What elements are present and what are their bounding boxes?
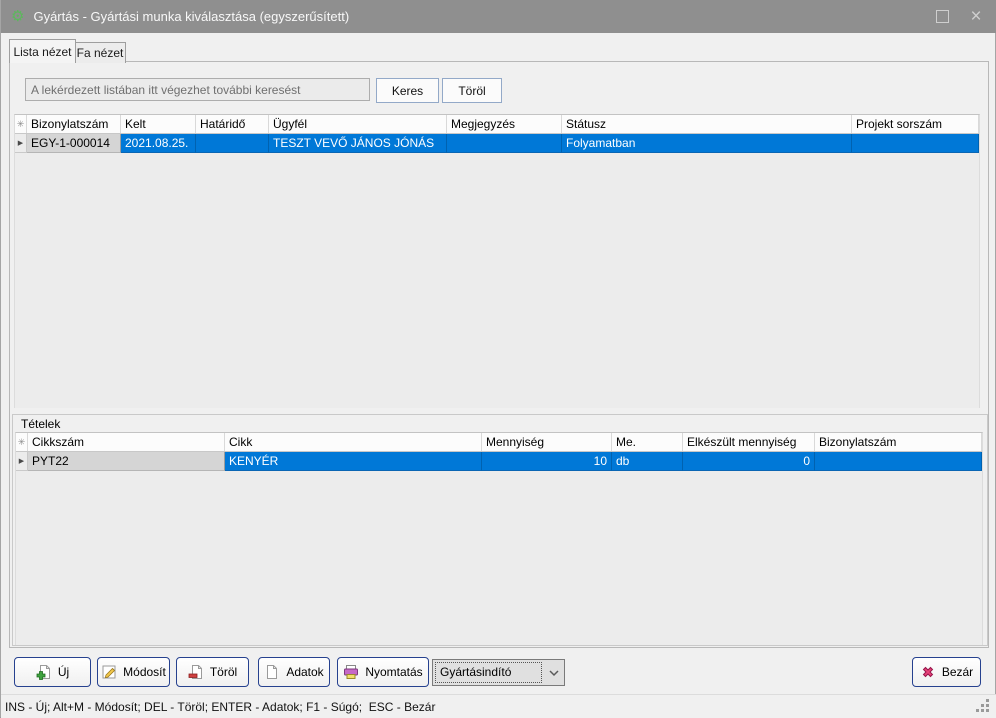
resize-grip[interactable] bbox=[986, 709, 989, 712]
new-page-plus-icon bbox=[36, 664, 52, 680]
cell-cikk: KENYÉR bbox=[225, 452, 482, 471]
orders-grid: ✳ Bizonylatszám Kelt Határidő Ügyfél Meg… bbox=[14, 114, 980, 408]
tab-fa-nezet[interactable]: Fa nézet bbox=[74, 42, 126, 63]
close-button[interactable]: × bbox=[959, 0, 993, 33]
asterisk-icon: ✳ bbox=[18, 437, 26, 448]
tetelek-row-selected[interactable]: ▶ PYT22 KENYÉR 10 db 0 bbox=[16, 452, 982, 471]
window-title: Gyártás - Gyártási munka kiválasztása (e… bbox=[33, 9, 349, 24]
orders-col-hatarido[interactable]: Határidő bbox=[196, 115, 269, 133]
shortcut-hints: INS - Új; Alt+M - Módosít; DEL - Töröl; … bbox=[1, 700, 435, 714]
tetelek-groupbox: Tételek ✳ Cikkszám Cikk Mennyiség Me. El… bbox=[12, 414, 988, 646]
torol-search-button[interactable]: Töröl bbox=[442, 78, 502, 103]
row-indicator-icon: ▶ bbox=[15, 134, 27, 153]
tab-lista-nezet[interactable]: Lista nézet bbox=[9, 39, 76, 63]
tetelek-col-me[interactable]: Me. bbox=[612, 433, 683, 451]
tetelek-col-bizonylatszam[interactable]: Bizonylatszám bbox=[815, 433, 982, 451]
edit-pencil-icon bbox=[101, 664, 117, 680]
tetelek-col-mennyiseg[interactable]: Mennyiség bbox=[482, 433, 612, 451]
titlebar: ⚙ Gyártás - Gyártási munka kiválasztása … bbox=[1, 0, 996, 33]
orders-col-ugyfel[interactable]: Ügyfél bbox=[269, 115, 447, 133]
cell-hatarido bbox=[196, 134, 269, 153]
orders-grid-header: ✳ Bizonylatszám Kelt Határidő Ügyfél Meg… bbox=[15, 115, 979, 134]
orders-col-projekt-sorszam[interactable]: Projekt sorszám bbox=[852, 115, 979, 133]
app-gear-icon: ⚙ bbox=[11, 9, 24, 24]
cell-elkeszult-mennyiseg: 0 bbox=[683, 452, 815, 471]
asterisk-icon: ✳ bbox=[17, 119, 25, 130]
cell-statusz: Folyamatban bbox=[562, 134, 852, 153]
orders-select-all-cell[interactable]: ✳ bbox=[15, 115, 27, 133]
tetelek-select-all-cell[interactable]: ✳ bbox=[16, 433, 28, 451]
uj-button[interactable]: Új bbox=[14, 657, 91, 687]
list-view-panel: Keres Töröl ✳ Bizonylatszám Kelt Határid… bbox=[9, 61, 989, 648]
orders-col-statusz[interactable]: Státusz bbox=[562, 115, 852, 133]
bezar-button[interactable]: Bezár bbox=[912, 657, 981, 687]
cell-megjegyzes bbox=[447, 134, 562, 153]
cell-kelt: 2021.08.25. bbox=[121, 134, 196, 153]
adatok-button[interactable]: Adatok bbox=[258, 657, 330, 687]
document-icon bbox=[264, 664, 280, 680]
tetelek-col-elkeszult[interactable]: Elkészült mennyiség bbox=[683, 433, 815, 451]
printer-icon bbox=[343, 664, 359, 680]
cell-bizonylatszam-2 bbox=[815, 452, 982, 471]
statusbar: INS - Új; Alt+M - Módosít; DEL - Töröl; … bbox=[1, 694, 996, 718]
orders-row-selected[interactable]: ▶ EGY-1-000014 2021.08.25. TESZT VEVŐ JÁ… bbox=[15, 134, 979, 153]
maximize-icon bbox=[936, 10, 949, 23]
cell-bizonylatszam: EGY-1-000014 bbox=[27, 134, 121, 153]
modosit-button[interactable]: Módosít bbox=[97, 657, 170, 687]
maximize-button[interactable] bbox=[925, 0, 959, 33]
tetelek-label: Tételek bbox=[21, 417, 60, 431]
torol-button[interactable]: Töröl bbox=[176, 657, 249, 687]
orders-col-megjegyzes[interactable]: Megjegyzés bbox=[447, 115, 562, 133]
orders-col-kelt[interactable]: Kelt bbox=[121, 115, 196, 133]
close-icon: × bbox=[970, 6, 981, 28]
close-x-icon bbox=[920, 664, 936, 680]
keres-button[interactable]: Keres bbox=[376, 78, 439, 103]
dropdown-selected-value: Gyártásindító bbox=[435, 662, 542, 683]
nyomtatas-button[interactable]: Nyomtatás bbox=[337, 657, 429, 687]
cell-cikkszam: PYT22 bbox=[28, 452, 225, 471]
tetelek-grid-header: ✳ Cikkszám Cikk Mennyiség Me. Elkészült … bbox=[16, 433, 982, 452]
cell-me: db bbox=[612, 452, 683, 471]
orders-col-bizonylatszam[interactable]: Bizonylatszám bbox=[27, 115, 121, 133]
tetelek-grid: ✳ Cikkszám Cikk Mennyiség Me. Elkészült … bbox=[15, 432, 983, 645]
chevron-down-icon bbox=[544, 669, 564, 677]
cell-ugyfel: TESZT VEVŐ JÁNOS JÓNÁS bbox=[269, 134, 447, 153]
cell-mennyiseg: 10 bbox=[482, 452, 612, 471]
tetelek-col-cikkszam[interactable]: Cikkszám bbox=[28, 433, 225, 451]
delete-page-minus-icon bbox=[188, 664, 204, 680]
gyartasindito-dropdown[interactable]: Gyártásindító bbox=[432, 659, 565, 686]
row-indicator-icon: ▶ bbox=[16, 452, 28, 471]
cell-projekt-sorszam bbox=[852, 134, 979, 153]
tetelek-col-cikk[interactable]: Cikk bbox=[225, 433, 482, 451]
search-input[interactable] bbox=[25, 78, 370, 101]
